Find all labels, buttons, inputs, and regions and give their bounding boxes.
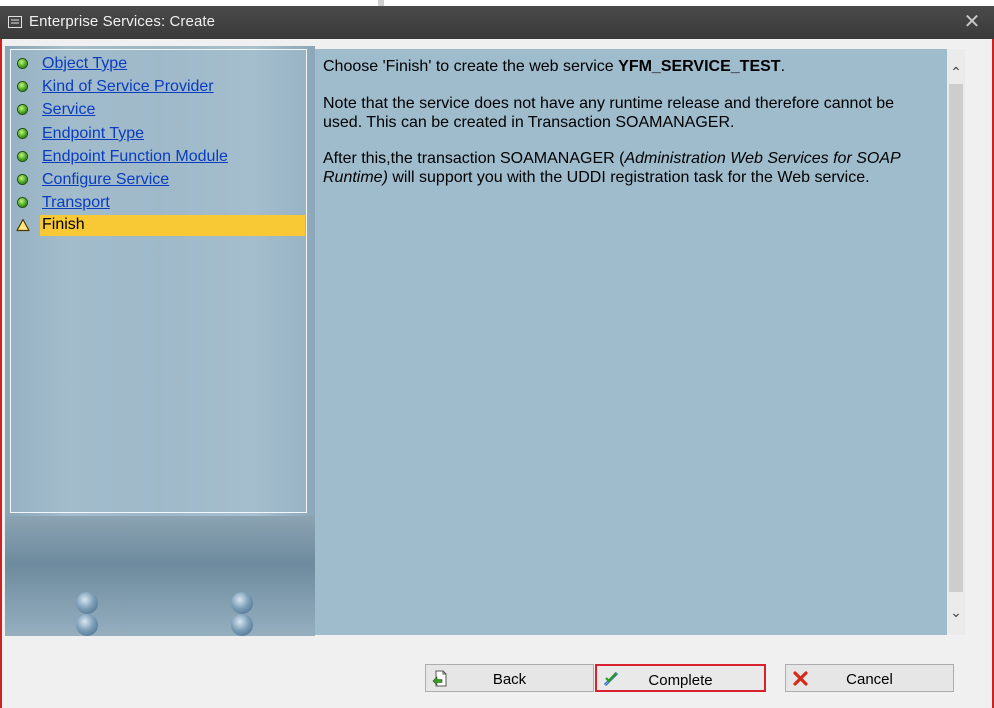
- close-icon[interactable]: ✕: [962, 11, 982, 33]
- status-green-icon: [18, 129, 27, 138]
- title-bar: Enterprise Services: Create ✕: [0, 6, 994, 39]
- finish-instruction: Choose 'Finish' to create the web servic…: [323, 57, 935, 76]
- step-transport[interactable]: Transport: [12, 193, 305, 213]
- instruction-text: Choose 'Finish' to create the web servic…: [323, 58, 619, 75]
- step-link[interactable]: Kind of Service Provider: [42, 78, 214, 96]
- cancel-label: Cancel: [846, 671, 893, 688]
- step-link[interactable]: Transport: [42, 194, 110, 212]
- step-label-current: Finish: [42, 216, 85, 233]
- wizard-content: Choose 'Finish' to create the web servic…: [315, 49, 947, 635]
- water-drop-icon: [76, 592, 98, 614]
- status-green-icon: [18, 82, 27, 91]
- status-green-icon: [18, 105, 27, 114]
- step-link[interactable]: Configure Service: [42, 171, 169, 189]
- complete-button[interactable]: Complete: [595, 664, 766, 692]
- step-link[interactable]: Endpoint Type: [42, 125, 144, 143]
- back-label: Back: [492, 671, 527, 688]
- scroll-down-icon[interactable]: ⌄: [947, 603, 965, 621]
- window-frame-left: [0, 39, 2, 708]
- window-menu-icon[interactable]: [8, 16, 22, 28]
- wizard-step-list: Object Type Kind of Service Provider Ser…: [10, 49, 307, 513]
- decoration-band: [5, 516, 315, 636]
- soamanager-note: After this,the transaction SOAMANAGER (A…: [323, 149, 935, 187]
- window-title: Enterprise Services: Create: [29, 13, 216, 30]
- warning-triangle-icon: [16, 218, 30, 232]
- status-green-icon: [18, 59, 27, 68]
- water-drop-icon: [231, 614, 253, 636]
- status-green-icon: [18, 198, 27, 207]
- water-drop-icon: [231, 592, 253, 614]
- step-configure-service[interactable]: Configure Service: [12, 170, 305, 190]
- vertical-scrollbar[interactable]: ⌃ ⌄: [947, 49, 965, 635]
- status-green-icon: [18, 175, 27, 184]
- cancel-button[interactable]: Cancel: [785, 664, 954, 692]
- complete-label: Complete: [648, 672, 713, 689]
- uddi-text: will support you with the UDDI registrat…: [387, 169, 870, 186]
- step-kind-of-service-provider[interactable]: Kind of Service Provider: [12, 77, 305, 97]
- scroll-up-icon[interactable]: ⌃: [947, 63, 965, 81]
- scrollbar-track[interactable]: [949, 84, 963, 592]
- status-green-icon: [18, 152, 27, 161]
- step-link[interactable]: Object Type: [42, 55, 127, 73]
- step-object-type[interactable]: Object Type: [12, 54, 305, 74]
- step-link[interactable]: Service: [42, 101, 95, 119]
- back-button[interactable]: Back: [425, 664, 594, 692]
- step-finish[interactable]: Finish: [12, 215, 305, 236]
- instruction-period: .: [780, 58, 786, 75]
- service-name: YFM_SERVICE_TEST: [618, 58, 781, 75]
- step-link[interactable]: Endpoint Function Module: [42, 148, 228, 166]
- water-drop-icon: [76, 614, 98, 636]
- step-service[interactable]: Service: [12, 100, 305, 120]
- step-endpoint-function-module[interactable]: Endpoint Function Module: [12, 147, 305, 167]
- runtime-note: Note that the service does not have any …: [323, 95, 895, 131]
- soamanager-text: After this,the transaction SOAMANAGER (: [323, 150, 625, 167]
- step-endpoint-type[interactable]: Endpoint Type: [12, 124, 305, 144]
